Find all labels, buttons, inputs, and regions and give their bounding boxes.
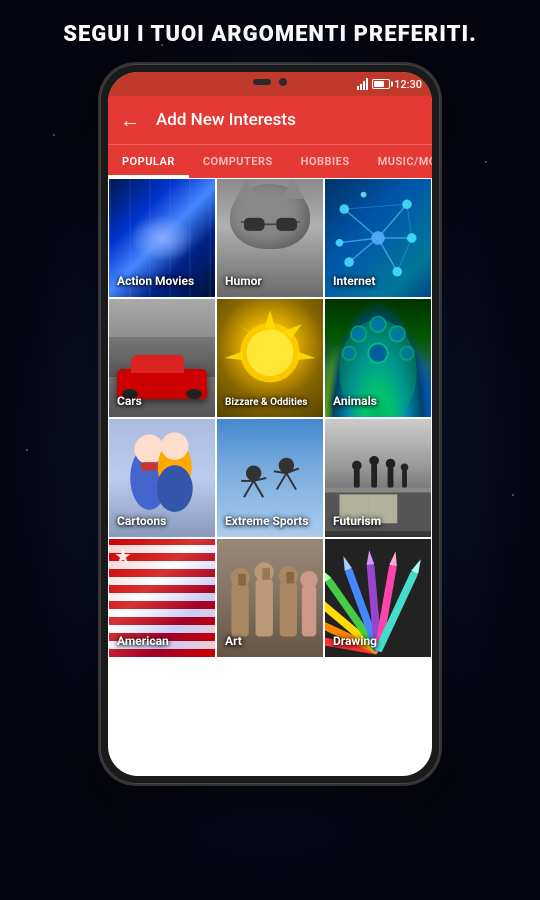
- grid-label: Action Movies: [117, 274, 194, 290]
- signal-icon: [357, 78, 368, 90]
- grid-label: Humor: [225, 274, 262, 290]
- tabs-bar: POPULAR COMPUTERS HOBBIES MUSIC/MO: [108, 144, 432, 178]
- grid-item-extreme-sports[interactable]: Extreme Sports: [216, 418, 324, 538]
- grid-label: Animals: [333, 394, 377, 410]
- time-display: 12:30: [394, 78, 422, 91]
- grid-label: Futurism: [333, 514, 381, 530]
- grid-label: Art: [225, 634, 242, 650]
- grid-item-futurism[interactable]: Futurism: [324, 418, 432, 538]
- tab-music[interactable]: MUSIC/MO: [364, 145, 432, 178]
- tab-computers[interactable]: COMPUTERS: [189, 145, 287, 178]
- grid-item-cars[interactable]: Cars: [108, 298, 216, 418]
- grid-item-cartoons[interactable]: Cartoons: [108, 418, 216, 538]
- grid-item-american[interactable]: American: [108, 538, 216, 658]
- battery-icon: [372, 79, 390, 89]
- phone-frame: 12:30 ← Add New Interests POPULAR COMPUT…: [100, 64, 440, 784]
- grid-item-animals[interactable]: Animals: [324, 298, 432, 418]
- grid-label: Bizzare & Oddities: [225, 396, 307, 409]
- app-bar: ← Add New Interests: [108, 96, 432, 144]
- grid-label: Cars: [117, 394, 142, 410]
- headline: SEGUI I TUOI ARGOMENTI PREFERITI.: [33, 0, 507, 64]
- app-bar-title: Add New Interests: [156, 110, 296, 130]
- grid-item-internet[interactable]: Internet: [324, 178, 432, 298]
- grid-item-drawing[interactable]: Drawing: [324, 538, 432, 658]
- grid-label: Drawing: [333, 634, 377, 650]
- grid-label: Cartoons: [117, 514, 166, 530]
- grid-item-art[interactable]: Art: [216, 538, 324, 658]
- grid-item-action-movies[interactable]: Action Movies: [108, 178, 216, 298]
- grid-item-bizarre[interactable]: Bizzare & Oddities: [216, 298, 324, 418]
- grid-label: American: [117, 634, 169, 650]
- back-button[interactable]: ←: [120, 108, 140, 133]
- grid-item-humor[interactable]: Humor: [216, 178, 324, 298]
- tab-hobbies[interactable]: HOBBIES: [287, 145, 364, 178]
- grid-label: Internet: [333, 274, 375, 290]
- tab-popular[interactable]: POPULAR: [108, 145, 189, 178]
- interests-grid: Action Movies Humor: [108, 178, 432, 776]
- grid-label: Extreme Sports: [225, 514, 308, 530]
